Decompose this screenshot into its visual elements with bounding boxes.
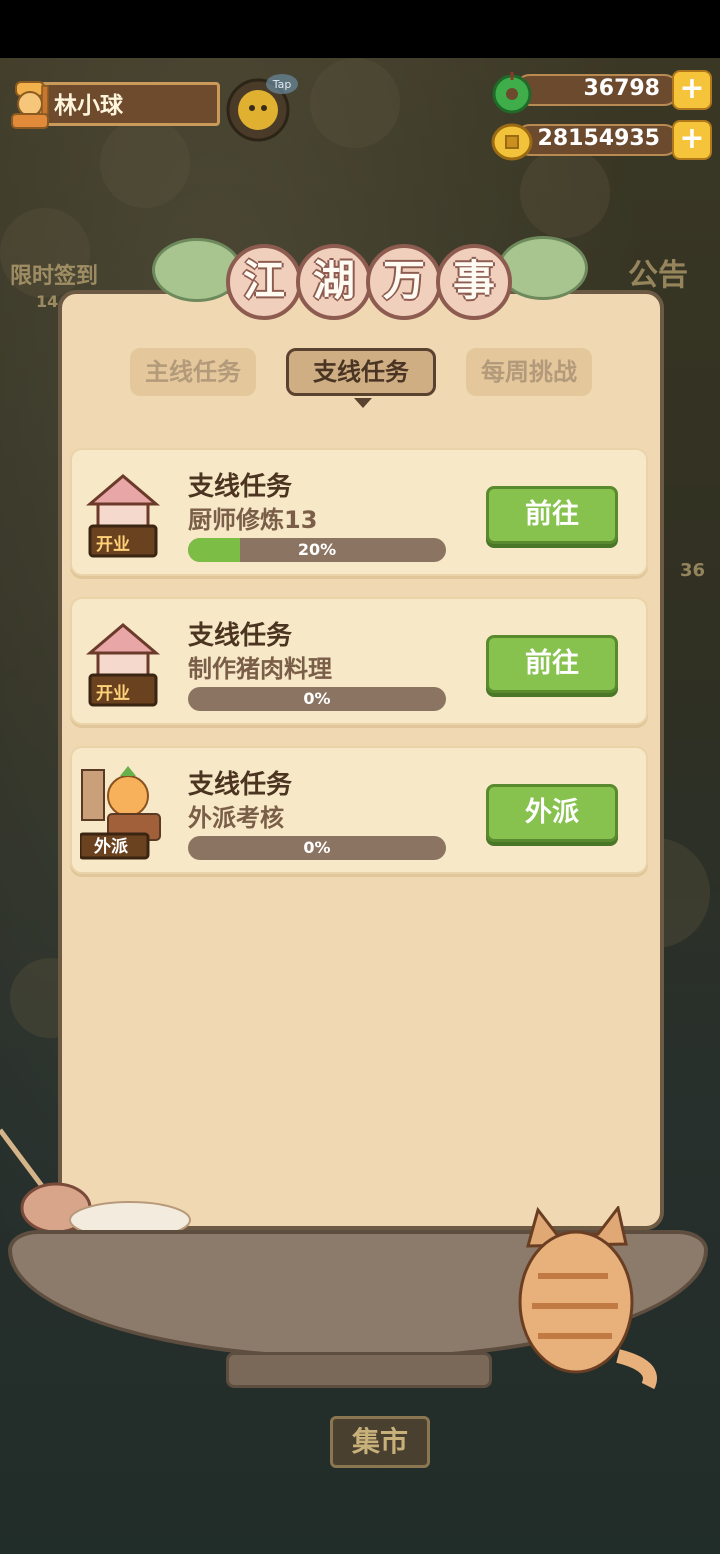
tap-character-icon[interactable]: Tap	[224, 72, 298, 142]
task-progress-bar: 0%	[188, 836, 446, 860]
jade-icon	[492, 72, 532, 114]
bowl-base	[226, 1352, 492, 1388]
skewer-food-icon	[0, 1128, 191, 1239]
task-card: 外派 支线任务 外派考核 0% 外派	[70, 746, 648, 874]
side-count: 36	[680, 560, 706, 581]
player-name: 林小球	[54, 93, 123, 119]
add-coin-button[interactable]: +	[672, 120, 712, 160]
coin-currency: 28154935 +	[490, 120, 712, 161]
go-button[interactable]: 前往	[486, 635, 618, 693]
task-title: 支线任务	[188, 770, 293, 800]
task-progress-text: 20%	[297, 540, 337, 559]
title-char-1: 江	[226, 244, 302, 320]
notice-label: 公告	[628, 258, 688, 293]
task-progress-text: 0%	[303, 689, 331, 708]
tab-side-quests[interactable]: 支线任务	[286, 348, 436, 396]
task-badge: 开业	[96, 535, 130, 555]
coin-icon	[491, 123, 533, 161]
task-card: 开业 支线任务 厨师修炼13 20% 前往	[70, 448, 648, 576]
task-description: 制作猪肉料理	[188, 655, 332, 683]
title-char-4: 事	[436, 244, 512, 320]
task-progress-bar: 20%	[188, 538, 446, 562]
go-button[interactable]: 前往	[486, 486, 618, 544]
market-button[interactable]: 集市	[330, 1416, 430, 1468]
title-char-3: 万	[366, 244, 442, 320]
task-title: 支线任务	[188, 621, 293, 651]
tab-main-quests[interactable]: 主线任务	[130, 348, 256, 396]
title-char-2: 湖	[296, 244, 372, 320]
cat-mascot-icon	[518, 1206, 657, 1390]
daily-signin-count: 14	[36, 292, 59, 311]
jade-currency: 36798 +	[490, 70, 712, 114]
coin-value: 28154935	[537, 126, 660, 151]
task-progress-text: 0%	[303, 838, 331, 857]
task-description: 外派考核	[188, 804, 284, 832]
task-description: 厨师修炼13	[188, 506, 318, 534]
task-badge: 开业	[96, 684, 130, 704]
svg-text:Tap: Tap	[272, 78, 292, 91]
right-leaf-decoration	[498, 236, 588, 300]
add-jade-button[interactable]: +	[672, 70, 712, 110]
active-tab-pointer	[354, 398, 372, 408]
dispatch-button[interactable]: 外派	[486, 784, 618, 842]
dialog-title: 江 湖 万 事	[152, 236, 588, 332]
task-progress-bar: 0%	[188, 687, 446, 711]
player-profile[interactable]: 林小球	[6, 76, 220, 130]
daily-signin-label: 限时签到	[10, 264, 99, 289]
task-card: 开业 支线任务 制作猪肉料理 0% 前往	[70, 597, 648, 725]
jade-value: 36798	[583, 76, 660, 101]
chef-avatar-icon	[11, 81, 49, 129]
task-title: 支线任务	[188, 472, 293, 502]
task-badge: 外派	[94, 837, 128, 857]
status-bar	[0, 0, 720, 58]
tab-weekly-challenge[interactable]: 每周挑战	[466, 348, 592, 396]
